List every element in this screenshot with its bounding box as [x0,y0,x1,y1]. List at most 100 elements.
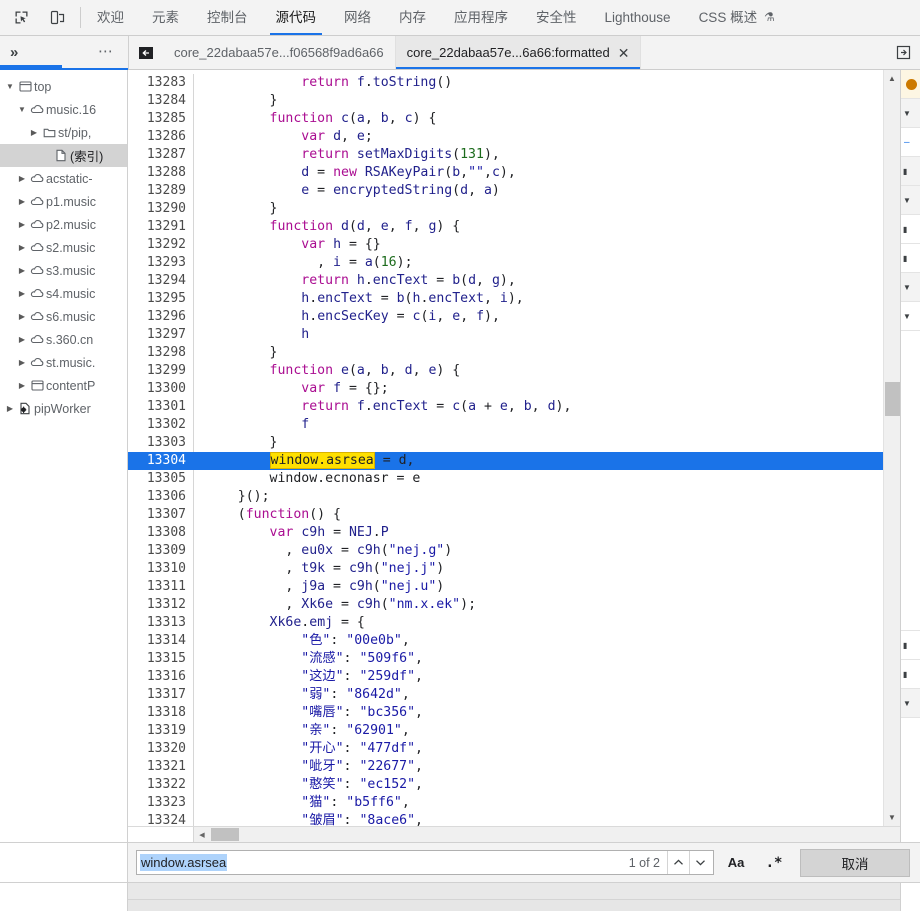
chevron-right-icon[interactable]: ▶ [16,335,28,344]
search-prev-button[interactable] [667,851,689,874]
line-number[interactable]: 13306 [128,488,194,506]
tab-css-overview[interactable]: CSS 概述 ⚗ [685,0,789,35]
line-text[interactable]: , i = a(16); [194,254,883,272]
code-line[interactable]: 13284 } [128,92,883,110]
line-text[interactable]: "亲": "62901", [194,722,883,740]
tab-memory[interactable]: 内存 [385,0,440,35]
debugger-section-global-listeners[interactable]: ▮ [901,660,920,689]
tree-item-top[interactable]: ▼ top [0,75,127,98]
code-line[interactable]: 13320 "开心": "477df", [128,740,883,758]
navigator-file-tree[interactable]: ▼ top ▼ music.16 ▶ st/pip, (索引) ▶ acstat… [0,70,128,842]
chevron-right-icon[interactable]: ▶ [16,220,28,229]
line-text[interactable]: (function() { [194,506,883,524]
line-text[interactable]: var h = {} [194,236,883,254]
line-text[interactable]: } [194,344,883,362]
tab-lighthouse[interactable]: Lighthouse [591,0,685,35]
chevron-right-icon[interactable]: ▶ [4,404,16,413]
line-text[interactable]: , j9a = c9h("nej.u") [194,578,883,596]
line-number[interactable]: 13316 [128,668,194,686]
line-number[interactable]: 13303 [128,434,194,452]
tree-item-st-music[interactable]: ▶ st.music. [0,351,127,374]
code-line[interactable]: 13321 "呲牙": "22677", [128,758,883,776]
line-text[interactable]: } [194,92,883,110]
chevron-right-icon[interactable]: ▶ [16,174,28,183]
code-line[interactable]: 13300 var f = {}; [128,380,883,398]
line-text[interactable]: window.asrsea = d, [194,452,883,470]
search-regex-toggle[interactable]: .* [758,851,790,875]
tab-console[interactable]: 控制台 [193,0,262,35]
line-number[interactable]: 13284 [128,92,194,110]
editor-horizontal-scrollbar[interactable]: ◀ [128,826,900,842]
scroll-up-icon[interactable]: ▲ [884,70,901,87]
open-in-new-icon[interactable] [886,36,920,69]
debugger-section-watch[interactable]: ▼ [901,99,920,128]
code-line[interactable]: 13318 "嘴唇": "bc356", [128,704,883,722]
line-text[interactable]: , Xk6e = c9h("nm.x.ek"); [194,596,883,614]
tab-network[interactable]: 网络 [330,0,385,35]
code-line[interactable]: 13323 "猫": "b5ff6", [128,794,883,812]
code-line[interactable]: 13324 "皱眉": "8ace6", [128,812,883,826]
line-number[interactable]: 13304 [128,452,194,470]
line-text[interactable]: function c(a, b, c) { [194,110,883,128]
line-text[interactable]: return h.encText = b(d, g), [194,272,883,290]
code-content[interactable]: 13283 return f.toString() 13284 } 13285 fu… [128,70,883,826]
line-number[interactable]: 13321 [128,758,194,776]
horizontal-scroll-thumb[interactable] [211,828,239,841]
inspect-element-icon[interactable] [8,5,34,31]
code-line[interactable]: 13299 function e(a, b, d, e) { [128,362,883,380]
line-text[interactable]: , t9k = c9h("nej.j") [194,560,883,578]
code-line[interactable]: 13289 e = encryptedString(d, a) [128,182,883,200]
line-text[interactable]: var c9h = NEJ.P [194,524,883,542]
line-number[interactable]: 13307 [128,506,194,524]
search-cancel-button[interactable]: 取消 [800,848,910,877]
debugger-section-dom-breakpoints[interactable]: ▼ [901,302,920,331]
code-line[interactable]: 13295 h.encText = b(h.encText, i), [128,290,883,308]
debugger-section-xhr-breakpoints[interactable]: ▼ [901,273,920,302]
chevron-right-icon[interactable]: ▶ [16,197,28,206]
code-line[interactable]: 13309 , eu0x = c9h("nej.g") [128,542,883,560]
drawer-toolbar-partial[interactable] [128,883,900,911]
line-text[interactable]: e = encryptedString(d, a) [194,182,883,200]
chevron-right-icon[interactable]: ▶ [16,289,28,298]
line-number[interactable]: 13322 [128,776,194,794]
line-text[interactable]: "弱": "8642d", [194,686,883,704]
tab-application[interactable]: 应用程序 [440,0,522,35]
line-number[interactable]: 13295 [128,290,194,308]
debugger-row-scope-item-1[interactable]: ▮ [901,215,920,244]
line-text[interactable]: "皱眉": "8ace6", [194,812,883,826]
code-line[interactable]: 13296 h.encSecKey = c(i, e, f), [128,308,883,326]
code-line[interactable]: 13294 return h.encText = b(d, g), [128,272,883,290]
tree-item-index[interactable]: ▶ (索引) [0,144,127,167]
line-number[interactable]: 13310 [128,560,194,578]
code-line[interactable]: 13316 "这边": "259df", [128,668,883,686]
device-toolbar-icon[interactable] [44,5,70,31]
line-text[interactable]: function d(d, e, f, g) { [194,218,883,236]
code-line[interactable]: 13305 window.ecnonasr = e [128,470,883,488]
line-number[interactable]: 13283 [128,74,194,92]
line-number[interactable]: 13293 [128,254,194,272]
line-number[interactable]: 13297 [128,326,194,344]
line-number[interactable]: 13301 [128,398,194,416]
line-number[interactable]: 13305 [128,470,194,488]
tree-item-s2-music[interactable]: ▶ s2.music [0,236,127,259]
debugger-section-paused[interactable] [901,70,920,99]
line-text[interactable]: var d, e; [194,128,883,146]
code-line[interactable]: 13308 var c9h = NEJ.P [128,524,883,542]
code-line[interactable]: 13319 "亲": "62901", [128,722,883,740]
tree-item-s4-music[interactable]: ▶ s4.music [0,282,127,305]
line-text[interactable]: "嘴唇": "bc356", [194,704,883,722]
drawer-toolbar-row[interactable] [128,899,900,911]
line-text[interactable]: "色": "00e0b", [194,632,883,650]
code-line[interactable]: 13311 , j9a = c9h("nej.u") [128,578,883,596]
editor-tab-core-formatted[interactable]: core_22dabaa57e...6a66:formatted ✕ [395,36,642,69]
scroll-left-icon[interactable]: ◀ [194,826,210,842]
line-text[interactable]: }(); [194,488,883,506]
vertical-scroll-thumb[interactable] [884,382,900,416]
line-text[interactable]: h.encText = b(h.encText, i), [194,290,883,308]
line-number[interactable]: 13294 [128,272,194,290]
code-line[interactable]: 13315 "流感": "509f6", [128,650,883,668]
line-text[interactable]: Xk6e.emj = { [194,614,883,632]
search-input[interactable]: window.asrsea 1 of 2 [136,850,714,875]
chevron-right-icon[interactable]: ▶ [16,312,28,321]
search-match-case-toggle[interactable]: Aa [720,851,752,875]
